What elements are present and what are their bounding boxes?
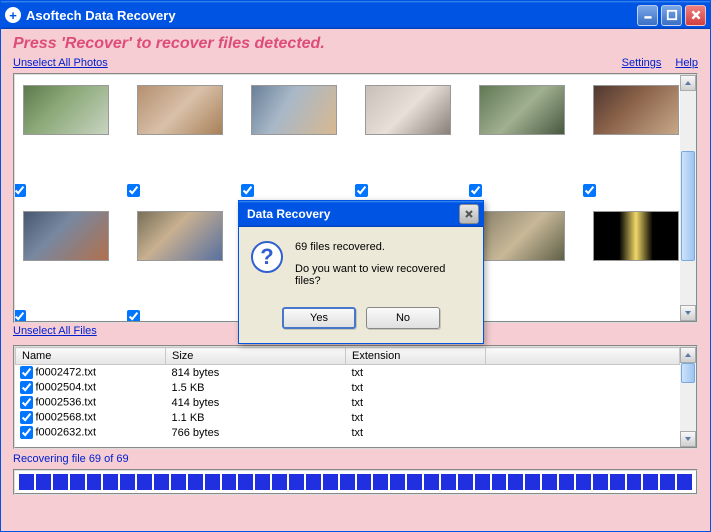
photo-thumb[interactable] — [479, 85, 565, 185]
photo-thumb[interactable] — [593, 85, 679, 185]
help-link[interactable]: Help — [675, 57, 698, 69]
col-name[interactable]: Name — [16, 348, 166, 365]
close-button[interactable] — [685, 5, 706, 26]
photo-thumb[interactable] — [137, 85, 223, 185]
scroll-up-icon[interactable] — [680, 347, 696, 363]
photo-checkbox[interactable] — [127, 310, 140, 321]
photo-checkbox[interactable] — [15, 184, 26, 197]
no-button[interactable]: No — [366, 307, 440, 329]
file-table: Name Size Extension f0002472.txt814 byte… — [15, 347, 680, 440]
window-title: Asoftech Data Recovery — [26, 8, 637, 23]
app-icon: + — [5, 7, 21, 23]
unselect-all-photos-link[interactable]: Unselect All Photos — [13, 57, 108, 69]
status-text: Recovering file 69 of 69 — [1, 449, 710, 467]
photo-thumb[interactable] — [23, 211, 109, 311]
photo-checkbox[interactable] — [355, 184, 368, 197]
file-checkbox[interactable] — [20, 396, 33, 409]
unselect-all-files-link[interactable]: Unselect All Files — [13, 325, 97, 337]
photo-thumb[interactable] — [23, 85, 109, 185]
photo-checkbox[interactable] — [241, 184, 254, 197]
progress-bar — [13, 469, 698, 495]
photo-scrollbar[interactable] — [680, 75, 696, 321]
col-ext[interactable]: Extension — [346, 348, 486, 365]
photo-checkbox[interactable] — [127, 184, 140, 197]
dialog-message-2: Do you want to view recovered files? — [295, 263, 471, 287]
question-icon: ? — [251, 241, 283, 273]
file-panel: Name Size Extension f0002472.txt814 byte… — [13, 345, 698, 449]
photo-checkbox[interactable] — [469, 184, 482, 197]
dialog-title: Data Recovery — [243, 207, 459, 221]
table-row[interactable]: f0002472.txt814 bytestxt — [16, 365, 680, 381]
scroll-thumb[interactable] — [681, 151, 695, 261]
photo-thumb[interactable] — [479, 211, 565, 311]
photo-thumb[interactable] — [593, 211, 679, 311]
scroll-down-icon[interactable] — [680, 305, 696, 321]
col-size[interactable]: Size — [166, 348, 346, 365]
photo-checkbox[interactable] — [15, 310, 26, 321]
minimize-button[interactable] — [637, 5, 658, 26]
dialog-titlebar: Data Recovery — [239, 201, 483, 227]
table-row[interactable]: f0002568.txt1.1 KBtxt — [16, 410, 680, 425]
file-scrollbar[interactable] — [680, 347, 696, 447]
file-checkbox[interactable] — [20, 411, 33, 424]
table-row[interactable]: f0002632.txt766 bytestxt — [16, 425, 680, 440]
scroll-down-icon[interactable] — [680, 431, 696, 447]
photo-checkbox[interactable] — [583, 184, 596, 197]
file-checkbox[interactable] — [20, 381, 33, 394]
scroll-up-icon[interactable] — [680, 75, 696, 91]
maximize-button[interactable] — [661, 5, 682, 26]
photo-thumb[interactable] — [251, 85, 337, 185]
settings-link[interactable]: Settings — [622, 57, 662, 69]
recovery-dialog: Data Recovery ? 69 files recovered. Do y… — [238, 200, 484, 344]
table-row[interactable]: f0002536.txt414 bytestxt — [16, 395, 680, 410]
dialog-close-button[interactable] — [459, 204, 479, 224]
photo-thumb[interactable] — [365, 85, 451, 185]
scroll-thumb[interactable] — [681, 363, 695, 383]
titlebar: + Asoftech Data Recovery — [1, 1, 710, 29]
photo-thumb[interactable] — [137, 211, 223, 311]
table-row[interactable]: f0002504.txt1.5 KBtxt — [16, 380, 680, 395]
file-checkbox[interactable] — [20, 366, 33, 379]
dialog-message-1: 69 files recovered. — [295, 241, 471, 253]
file-checkbox[interactable] — [20, 426, 33, 439]
yes-button[interactable]: Yes — [282, 307, 356, 329]
col-blank — [486, 348, 680, 365]
instruction-text: Press 'Recover' to recover files detecte… — [1, 29, 710, 55]
